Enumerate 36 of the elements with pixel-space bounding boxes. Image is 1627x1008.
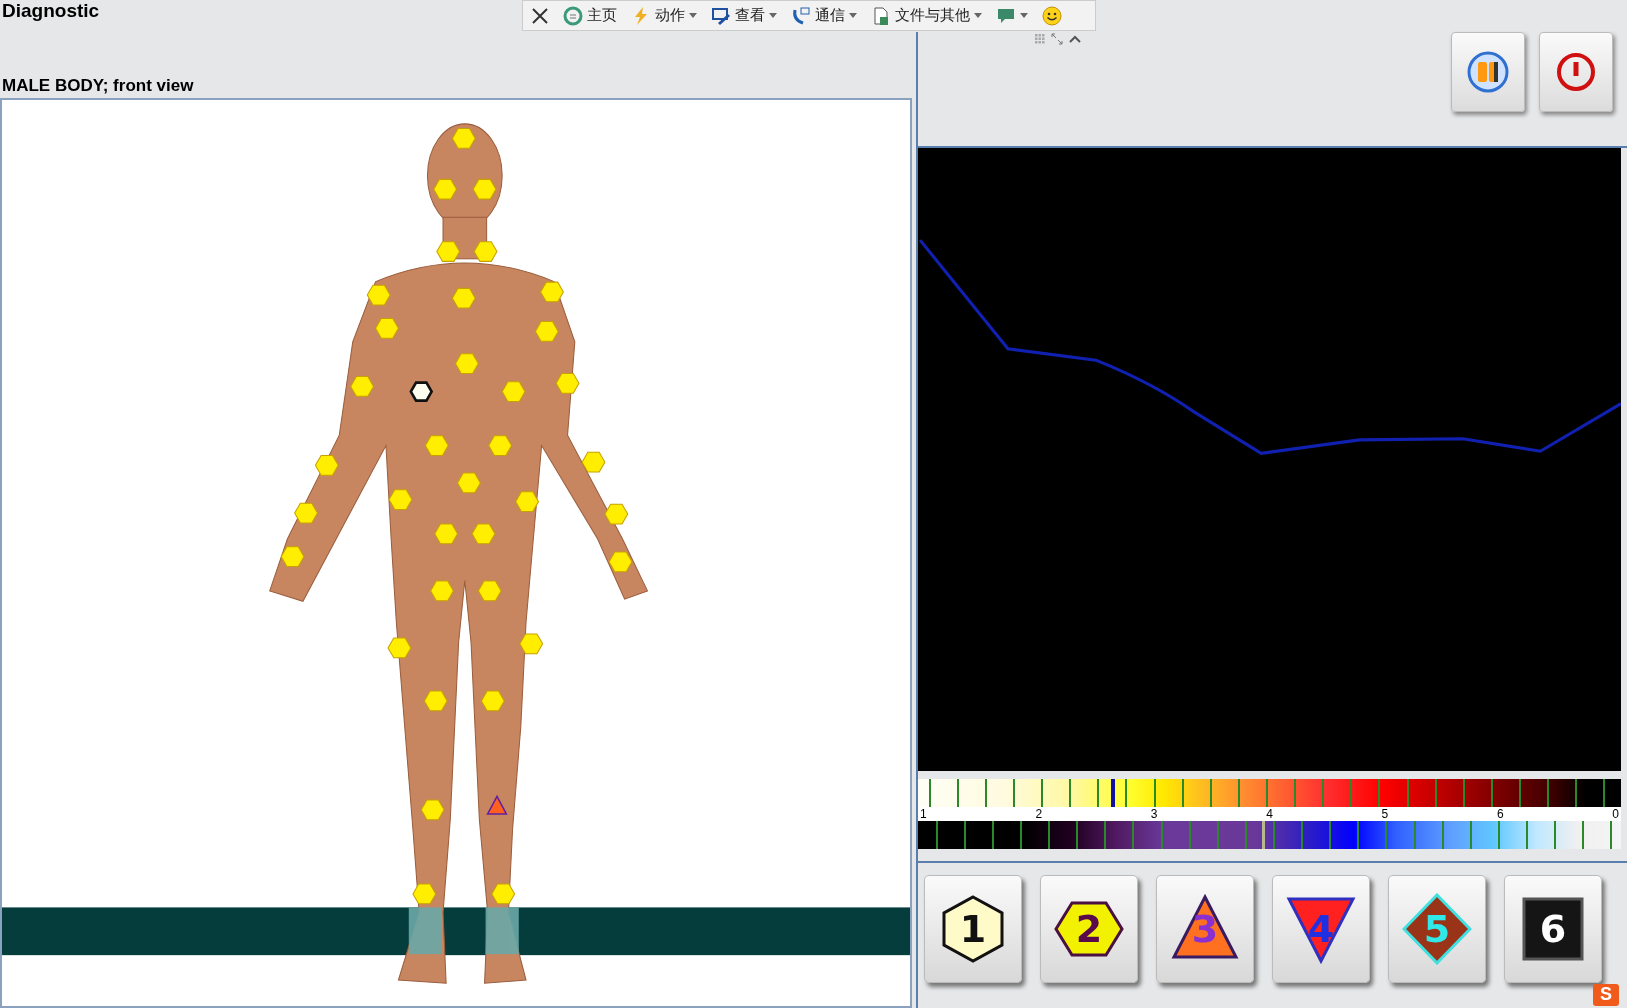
scale-label: 6 (1496, 807, 1504, 821)
pause-button[interactable] (1451, 32, 1525, 112)
document-icon (871, 5, 891, 26)
level-button[interactable]: 1 (924, 875, 1022, 983)
window-title: Diagnostic (1, 0, 101, 23)
power-icon (1554, 50, 1598, 94)
pause-icon (1466, 50, 1510, 94)
level-shape-icon (1402, 893, 1472, 965)
scale-label: 0 (1612, 807, 1619, 821)
caret-icon (769, 13, 777, 18)
scale-label: 2 (1035, 807, 1043, 821)
toolbar-menu-button[interactable]: 查看 (711, 5, 777, 26)
close-icon[interactable] (531, 6, 549, 25)
view-title: MALE BODY; front view (1, 76, 195, 97)
toolbar-menu-button[interactable]: 动作 (631, 5, 697, 26)
toolbar-menu-button[interactable]: 通信 (791, 5, 857, 26)
level-button[interactable]: 2 (1040, 875, 1138, 983)
level-button[interactable]: 6 (1504, 875, 1602, 983)
caret-icon (689, 13, 697, 18)
caret-icon (849, 13, 857, 18)
scale-label: 1 (920, 807, 927, 821)
smiley-icon[interactable] (1042, 5, 1062, 26)
caret-icon (974, 13, 982, 18)
chevron-up-icon[interactable] (1068, 34, 1082, 44)
expand-icon[interactable] (1051, 33, 1063, 45)
scale-label: 5 (1381, 807, 1389, 821)
monitor-icon (711, 5, 731, 26)
toolbar-menu-button[interactable]: 主页 (563, 5, 617, 26)
power-button[interactable] (1539, 32, 1613, 112)
home-icon (563, 5, 583, 26)
level-button[interactable]: 5 (1388, 875, 1486, 983)
caret-icon (1020, 13, 1028, 18)
toolbar-menu-button[interactable]: 文件与其他 (871, 5, 982, 26)
scale-label: 3 (1150, 807, 1158, 821)
scale-label: 4 (1266, 807, 1273, 821)
phone-icon (791, 5, 811, 26)
